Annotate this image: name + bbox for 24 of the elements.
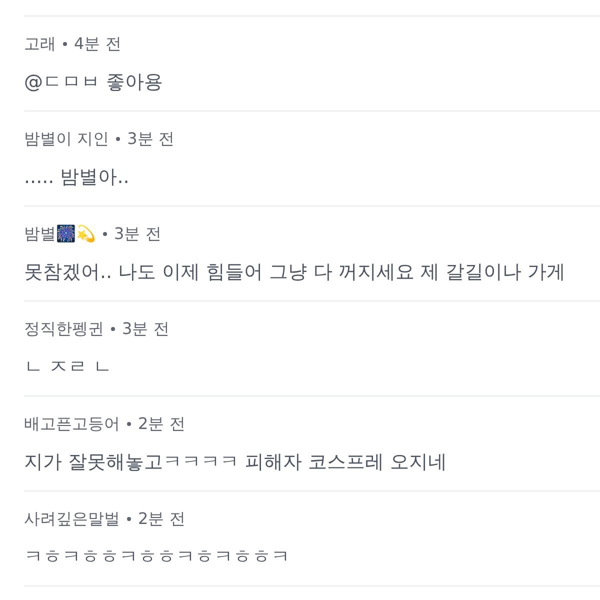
comment-author: 밤별이 지인 bbox=[24, 128, 110, 150]
separator-dot-icon bbox=[127, 422, 131, 426]
comment-time: 3분 전 bbox=[114, 224, 162, 244]
separator-dot-icon bbox=[111, 327, 115, 331]
comment-author: 밤별🎆💫 bbox=[24, 224, 96, 244]
separator-dot-icon bbox=[116, 137, 120, 141]
comment-text: ㄴ ㅈㄹ ㄴ bbox=[24, 355, 114, 380]
comment-time: 3분 전 bbox=[122, 318, 170, 340]
comment-time: 4분 전 bbox=[74, 34, 122, 54]
comment-author: 배고픈고등어 bbox=[24, 414, 120, 434]
separator-dot-icon bbox=[127, 517, 131, 521]
comment-time: 3분 전 bbox=[127, 128, 174, 150]
separator-dot-icon bbox=[63, 42, 67, 46]
comment-text: 못참겠어.. 나도 이제 힘들어 그냥 다 꺼지세요 제 갈길이나 가게 bbox=[24, 260, 566, 285]
comment-text: ㅋㅎㅋㅎㅎㅋㅎㅎㅋㅎㅋㅎㅎㅋ bbox=[24, 545, 291, 570]
comment-time: 2분 전 bbox=[138, 508, 186, 530]
comment-text: @ㄷㅁㅂ 좋아용 bbox=[24, 70, 164, 95]
separator-dot-icon bbox=[103, 232, 107, 236]
comment-author: 사려깊은말벌 bbox=[24, 508, 120, 530]
comment-author: 고래 bbox=[24, 34, 56, 54]
comment-text: ..... 밤별아.. bbox=[24, 165, 130, 190]
comment-time: 2분 전 bbox=[138, 414, 186, 434]
comment-text: 지가 잘못해놓고ㅋㅋㅋㅋ 피해자 코스프레 오지네 bbox=[24, 450, 448, 475]
comment-author: 정직한펭귄 bbox=[24, 318, 104, 340]
